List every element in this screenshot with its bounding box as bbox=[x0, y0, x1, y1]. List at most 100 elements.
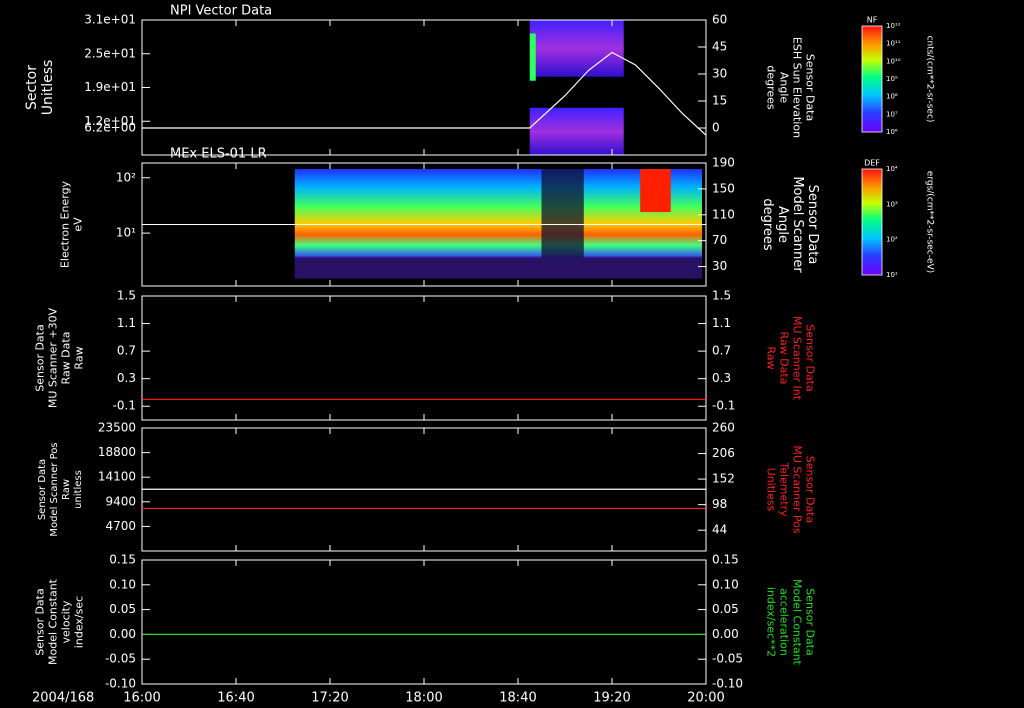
right-tick-label: 0.00 bbox=[712, 627, 739, 641]
panels-layer: 3.1e+012.5e+011.9e+011.2e+016.2e+0060453… bbox=[24, 4, 935, 706]
right-tick-label: 190 bbox=[712, 156, 735, 170]
y-axis-label: eV bbox=[72, 217, 85, 232]
y-axis-label: Model Constant bbox=[47, 578, 60, 665]
right-axis-label: Sensor Data bbox=[804, 324, 817, 391]
els-spectrogram-gap bbox=[541, 169, 584, 258]
x-tick-label: 17:20 bbox=[311, 691, 348, 706]
y-tick-label: 0.10 bbox=[109, 577, 136, 591]
panel-3: 1.5 1.1 0.7 0.3 -0.1 1.5 1.1 0.7 0.3 -0.1 Sensor D… bbox=[34, 289, 817, 421]
right-axis-label: Telemetry bbox=[778, 461, 791, 517]
right-axis-label: Sensor Data bbox=[804, 588, 817, 655]
right-axis-label: Raw bbox=[765, 346, 778, 369]
colorbar-tick-label: 10⁶ bbox=[886, 128, 898, 136]
x-tick-label: 16:00 bbox=[123, 691, 160, 706]
right-axis-label: MU Scanner Pos bbox=[791, 445, 804, 534]
npi-sector-block-upper bbox=[529, 20, 624, 77]
right-tick-label: 0 bbox=[712, 121, 720, 135]
y-axis-label: Model Scanner Pos bbox=[49, 442, 60, 536]
y-tick-label: 0.00 bbox=[109, 627, 136, 641]
els-spectrogram-hot-region bbox=[640, 169, 671, 213]
right-tick-label: 110 bbox=[712, 207, 735, 221]
right-tick-label: 30 bbox=[712, 67, 727, 81]
y-tick-label: 23500 bbox=[98, 421, 136, 435]
right-tick-label: -0.05 bbox=[712, 652, 743, 666]
y-tick-label: 0.7 bbox=[117, 344, 136, 358]
y-tick-label: 10¹ bbox=[116, 226, 136, 240]
right-axis-label: Model Scanner bbox=[790, 176, 805, 273]
colorbar bbox=[862, 26, 882, 132]
y-tick-label: 4700 bbox=[105, 519, 136, 533]
right-axis-label: Angle bbox=[778, 72, 791, 104]
y-tick-label: 1.5 bbox=[117, 289, 136, 303]
y-axis-label: Raw bbox=[61, 479, 72, 500]
y-tick-label: -0.05 bbox=[105, 652, 136, 666]
els-spectrogram-noise bbox=[294, 256, 702, 279]
right-axis-label: acceleration bbox=[778, 588, 791, 656]
right-axis-label: ESH Sun Elevation bbox=[791, 37, 804, 138]
y-tick-label: 6.2e+00 bbox=[84, 121, 136, 135]
y-tick-label: -0.1 bbox=[113, 399, 136, 413]
x-tick-label: 16:40 bbox=[217, 691, 254, 706]
y-axis-label: unitless bbox=[73, 470, 84, 509]
right-axis-label: MU Scanner Int bbox=[791, 316, 804, 401]
right-axis-label: degrees bbox=[760, 198, 775, 251]
right-tick-label: 152 bbox=[712, 472, 735, 486]
colorbar-label: ergs/(cm**2-sr-sec-eV) bbox=[925, 171, 935, 273]
right-axis-label: Sensor Data bbox=[804, 456, 817, 523]
right-tick-label: 98 bbox=[712, 497, 727, 511]
colorbar-label: cnts/(cm**2-sr-sec) bbox=[925, 36, 935, 123]
y-axis-label: Unitless bbox=[40, 60, 56, 116]
y-axis-label: Sector bbox=[24, 65, 40, 110]
panel-title: NPI Vector Data bbox=[170, 4, 272, 19]
right-axis-label: Angle bbox=[775, 206, 790, 243]
right-axis-label: degrees bbox=[765, 65, 778, 110]
y-tick-label: 10² bbox=[116, 170, 136, 184]
y-tick-label: 2.5e+01 bbox=[84, 46, 136, 60]
right-tick-label: 260 bbox=[712, 421, 735, 435]
x-date-label: 2004/168 bbox=[32, 691, 94, 706]
colorbar-name: NF bbox=[867, 16, 878, 25]
right-tick-label: 70 bbox=[712, 233, 727, 247]
panel-5: 0.15 0.10 0.05 0.00 -0.05 -0.10 0.15 0.10 0.05 0.… bbox=[34, 553, 817, 691]
panel-4: 23500 18800 14100 9400 4700 260 206 152 98 44 Sens… bbox=[37, 421, 817, 552]
colorbar-tick-label: 10⁴ bbox=[886, 165, 898, 173]
right-tick-label: 60 bbox=[712, 13, 727, 27]
right-axis-label: Unitless bbox=[765, 468, 778, 512]
y-axis-label: Raw Data bbox=[60, 332, 73, 385]
panel-frame bbox=[141, 559, 707, 685]
y-tick-label: 1.1 bbox=[117, 316, 136, 330]
y-axis-label: Sensor Data bbox=[34, 324, 47, 391]
y-tick-label: 3.1e+01 bbox=[84, 13, 136, 27]
npi-sector-edge bbox=[529, 33, 536, 81]
colorbar-tick-label: 10¹⁰ bbox=[886, 57, 901, 65]
y-axis-label: index/sec bbox=[73, 596, 86, 648]
y-axis-label: Electron Energy bbox=[59, 180, 72, 268]
panel-1: 3.1e+012.5e+011.9e+011.2e+016.2e+0060453… bbox=[24, 4, 935, 156]
right-tick-label: 0.05 bbox=[712, 602, 739, 616]
y-tick-label: 0.15 bbox=[109, 553, 136, 567]
colorbar-tick-label: 10¹¹ bbox=[886, 40, 901, 48]
right-tick-label: 150 bbox=[712, 181, 735, 195]
panel-frame bbox=[141, 295, 707, 421]
right-axis-label: Raw Data bbox=[778, 332, 791, 385]
plot-stage: 3.1e+012.5e+011.9e+011.2e+016.2e+0060453… bbox=[24, 4, 935, 706]
right-tick-label: 15 bbox=[712, 94, 727, 108]
colorbar-tick-label: 10¹² bbox=[886, 22, 901, 30]
right-tick-label: -0.10 bbox=[712, 677, 743, 691]
right-tick-label: 206 bbox=[712, 446, 735, 460]
y-axis-label: Sensor Data bbox=[34, 588, 47, 655]
colorbar-tick-label: 10⁸ bbox=[886, 93, 898, 101]
right-tick-label: 0.3 bbox=[712, 371, 731, 385]
right-tick-label: 45 bbox=[712, 40, 727, 54]
colorbar-tick-label: 10³ bbox=[886, 200, 898, 208]
colorbar-tick-label: 10¹ bbox=[886, 271, 898, 279]
x-tick-label: 18:40 bbox=[499, 691, 536, 706]
colorbar-name: DEF bbox=[864, 159, 880, 168]
x-tick-label: 20:00 bbox=[687, 691, 724, 706]
y-tick-label: -0.10 bbox=[105, 677, 136, 691]
panel-2: 10² 10¹ 190 150 110 70 30 MEx ELS-01 LR Electron… bbox=[59, 147, 935, 287]
right-tick-label: -0.1 bbox=[712, 399, 735, 413]
y-axis-label: MU Scanner +30V bbox=[47, 307, 60, 408]
right-tick-label: 1.1 bbox=[712, 316, 731, 330]
x-tick-label: 18:00 bbox=[405, 691, 442, 706]
